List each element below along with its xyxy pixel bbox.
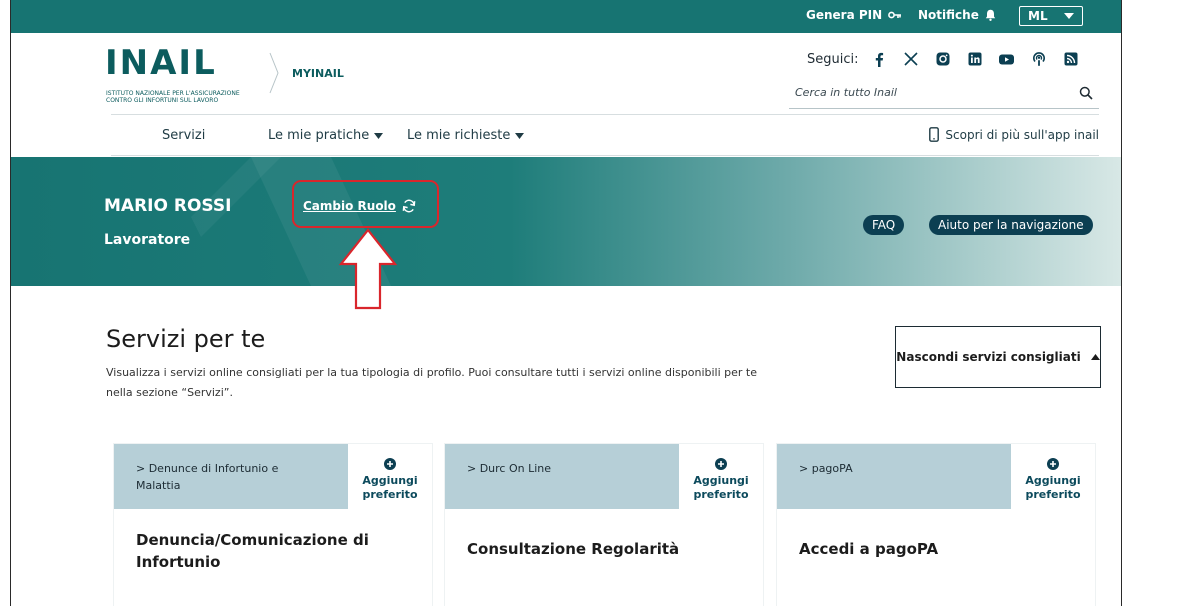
user-hero-banner: MARIO ROSSI Lavoratore Cambio Ruolo FAQ … — [11, 157, 1121, 286]
user-menu-dropdown[interactable]: ML — [1019, 6, 1083, 26]
hide-suggested-services-label: Nascondi servizi consigliati — [896, 350, 1081, 364]
annotation-highlight-box — [292, 180, 439, 228]
card-category-header: > Durc On Line — [445, 444, 679, 509]
add-favorite-label: Aggiungi preferito — [362, 474, 417, 502]
app-inail-link[interactable]: Scopri di più sull'app inail — [929, 127, 1099, 142]
add-favorite-label-line-1: Aggiungi — [693, 474, 749, 487]
service-card[interactable]: > Durc On Line Aggiungi preferito Consult… — [445, 444, 763, 606]
user-name: MARIO ROSSI — [104, 196, 232, 216]
linkedin-icon[interactable] — [967, 51, 983, 67]
key-icon — [888, 11, 902, 19]
main-nav: Servizi Le mie pratiche Le mie richieste… — [111, 114, 1099, 156]
card-category-header: > Denunce di Infortunio e Malattia — [114, 444, 348, 509]
user-role: Lavoratore — [104, 232, 191, 248]
app-inail-label: Scopri di più sull'app inail — [945, 127, 1099, 142]
card-body: Consultazione Regolarità — [445, 509, 763, 606]
card-category[interactable]: > pagoPA — [799, 460, 989, 477]
add-favorite-label: Aggiungi preferito — [693, 474, 748, 502]
plus-circle-icon — [384, 458, 396, 470]
add-favorite-label-line-1: Aggiungi — [362, 474, 418, 487]
notifiche-label: Notifiche — [918, 8, 979, 22]
annotation-up-arrow — [338, 228, 398, 310]
x-icon[interactable] — [903, 51, 919, 67]
add-favorite-label: Aggiungi preferito — [1025, 474, 1080, 502]
nav-servizi[interactable]: Servizi — [162, 128, 205, 143]
search-icon[interactable] — [1079, 86, 1093, 100]
add-favorite-label-line-2: preferito — [1025, 488, 1081, 501]
faq-button[interactable]: FAQ — [863, 215, 905, 235]
page-title: Servizi per te — [106, 325, 266, 353]
browser-page: Genera PIN Notifiche ML INAIL ISTITUTO N… — [10, 0, 1122, 606]
product-name: MYINAIL — [292, 67, 344, 80]
add-favorite-button[interactable]: Aggiungi preferito — [348, 444, 432, 509]
add-favorite-label-line-1: Aggiungi — [1025, 474, 1081, 487]
service-card[interactable]: > Denunce di Infortunio e Malattia Aggiu… — [114, 444, 432, 606]
seguici-label: Seguici: — [807, 51, 859, 67]
faq-label: FAQ — [872, 218, 896, 232]
hide-suggested-services-button[interactable]: Nascondi servizi consigliati — [895, 326, 1101, 388]
genera-pin-link[interactable]: Genera PIN — [806, 8, 902, 22]
search-input-placeholder[interactable]: Cerca in tutto Inail — [795, 86, 897, 99]
instagram-icon[interactable] — [935, 51, 951, 67]
user-initials: ML — [1028, 9, 1048, 23]
logo-divider — [269, 52, 279, 94]
card-title[interactable]: Denuncia/Comunicazione di Infortunio — [136, 529, 416, 573]
nav-mie-richieste[interactable]: Le mie richieste — [407, 128, 525, 143]
inail-logo[interactable]: INAIL — [105, 46, 217, 80]
page-description: Visualizza i servizi online consigliati … — [106, 366, 757, 399]
caret-up-icon — [1090, 354, 1100, 360]
add-favorite-button[interactable]: Aggiungi preferito — [1011, 444, 1095, 509]
nav-servizi-label: Servizi — [162, 128, 206, 143]
card-title[interactable]: Consultazione Regolarità — [467, 538, 747, 560]
card-body: Accedi a pagoPA — [777, 509, 1095, 606]
caret-down-icon — [374, 132, 384, 139]
logo-subtitle-line-1: ISTITUTO NAZIONALE PER L'ASSICURAZIONE — [106, 90, 240, 97]
nav-mie-richieste-label: Le mie richieste — [407, 128, 511, 143]
add-favorite-label-line-2: preferito — [693, 488, 749, 501]
youtube-icon[interactable] — [999, 51, 1015, 67]
add-favorite-button[interactable]: Aggiungi preferito — [679, 444, 763, 509]
service-card[interactable]: > pagoPA Aggiungi preferito Accedi a pago… — [777, 444, 1095, 606]
card-category[interactable]: > Durc On Line — [467, 460, 657, 477]
aiuto-navigazione-button[interactable]: Aiuto per la navigazione — [929, 215, 1093, 235]
genera-pin-label: Genera PIN — [806, 8, 883, 22]
aiuto-navigazione-label: Aiuto per la navigazione — [938, 218, 1084, 232]
card-title[interactable]: Accedi a pagoPA — [799, 538, 1079, 560]
site-search[interactable]: Cerca in tutto Inail — [789, 80, 1099, 109]
podcast-icon[interactable] — [1031, 51, 1047, 67]
rss-icon[interactable] — [1063, 51, 1079, 67]
caret-down-icon — [1064, 13, 1074, 19]
top-utility-bar: Genera PIN Notifiche ML — [11, 0, 1121, 33]
social-links: Seguici: — [807, 51, 1079, 67]
add-favorite-label-line-2: preferito — [362, 488, 418, 501]
plus-circle-icon — [1047, 458, 1059, 470]
facebook-icon[interactable] — [871, 51, 887, 67]
bell-icon — [985, 9, 996, 21]
nav-mie-pratiche-label: Le mie pratiche — [268, 128, 370, 143]
nav-mie-pratiche[interactable]: Le mie pratiche — [268, 128, 384, 143]
notifiche-link[interactable]: Notifiche — [918, 8, 996, 22]
logo-subtitle-line-2: CONTRO GLI INFORTUNI SUL LAVORO — [106, 97, 219, 104]
logo-subtitle: ISTITUTO NAZIONALE PER L'ASSICURAZIONE C… — [106, 90, 240, 104]
card-category-header: > pagoPA — [777, 444, 1011, 509]
caret-down-icon — [515, 132, 525, 139]
card-category[interactable]: > Denunce di Infortunio e Malattia — [136, 460, 326, 494]
plus-circle-icon — [715, 458, 727, 470]
smartphone-icon — [929, 127, 940, 142]
card-body: Denuncia/Comunicazione di Infortunio — [114, 509, 432, 606]
